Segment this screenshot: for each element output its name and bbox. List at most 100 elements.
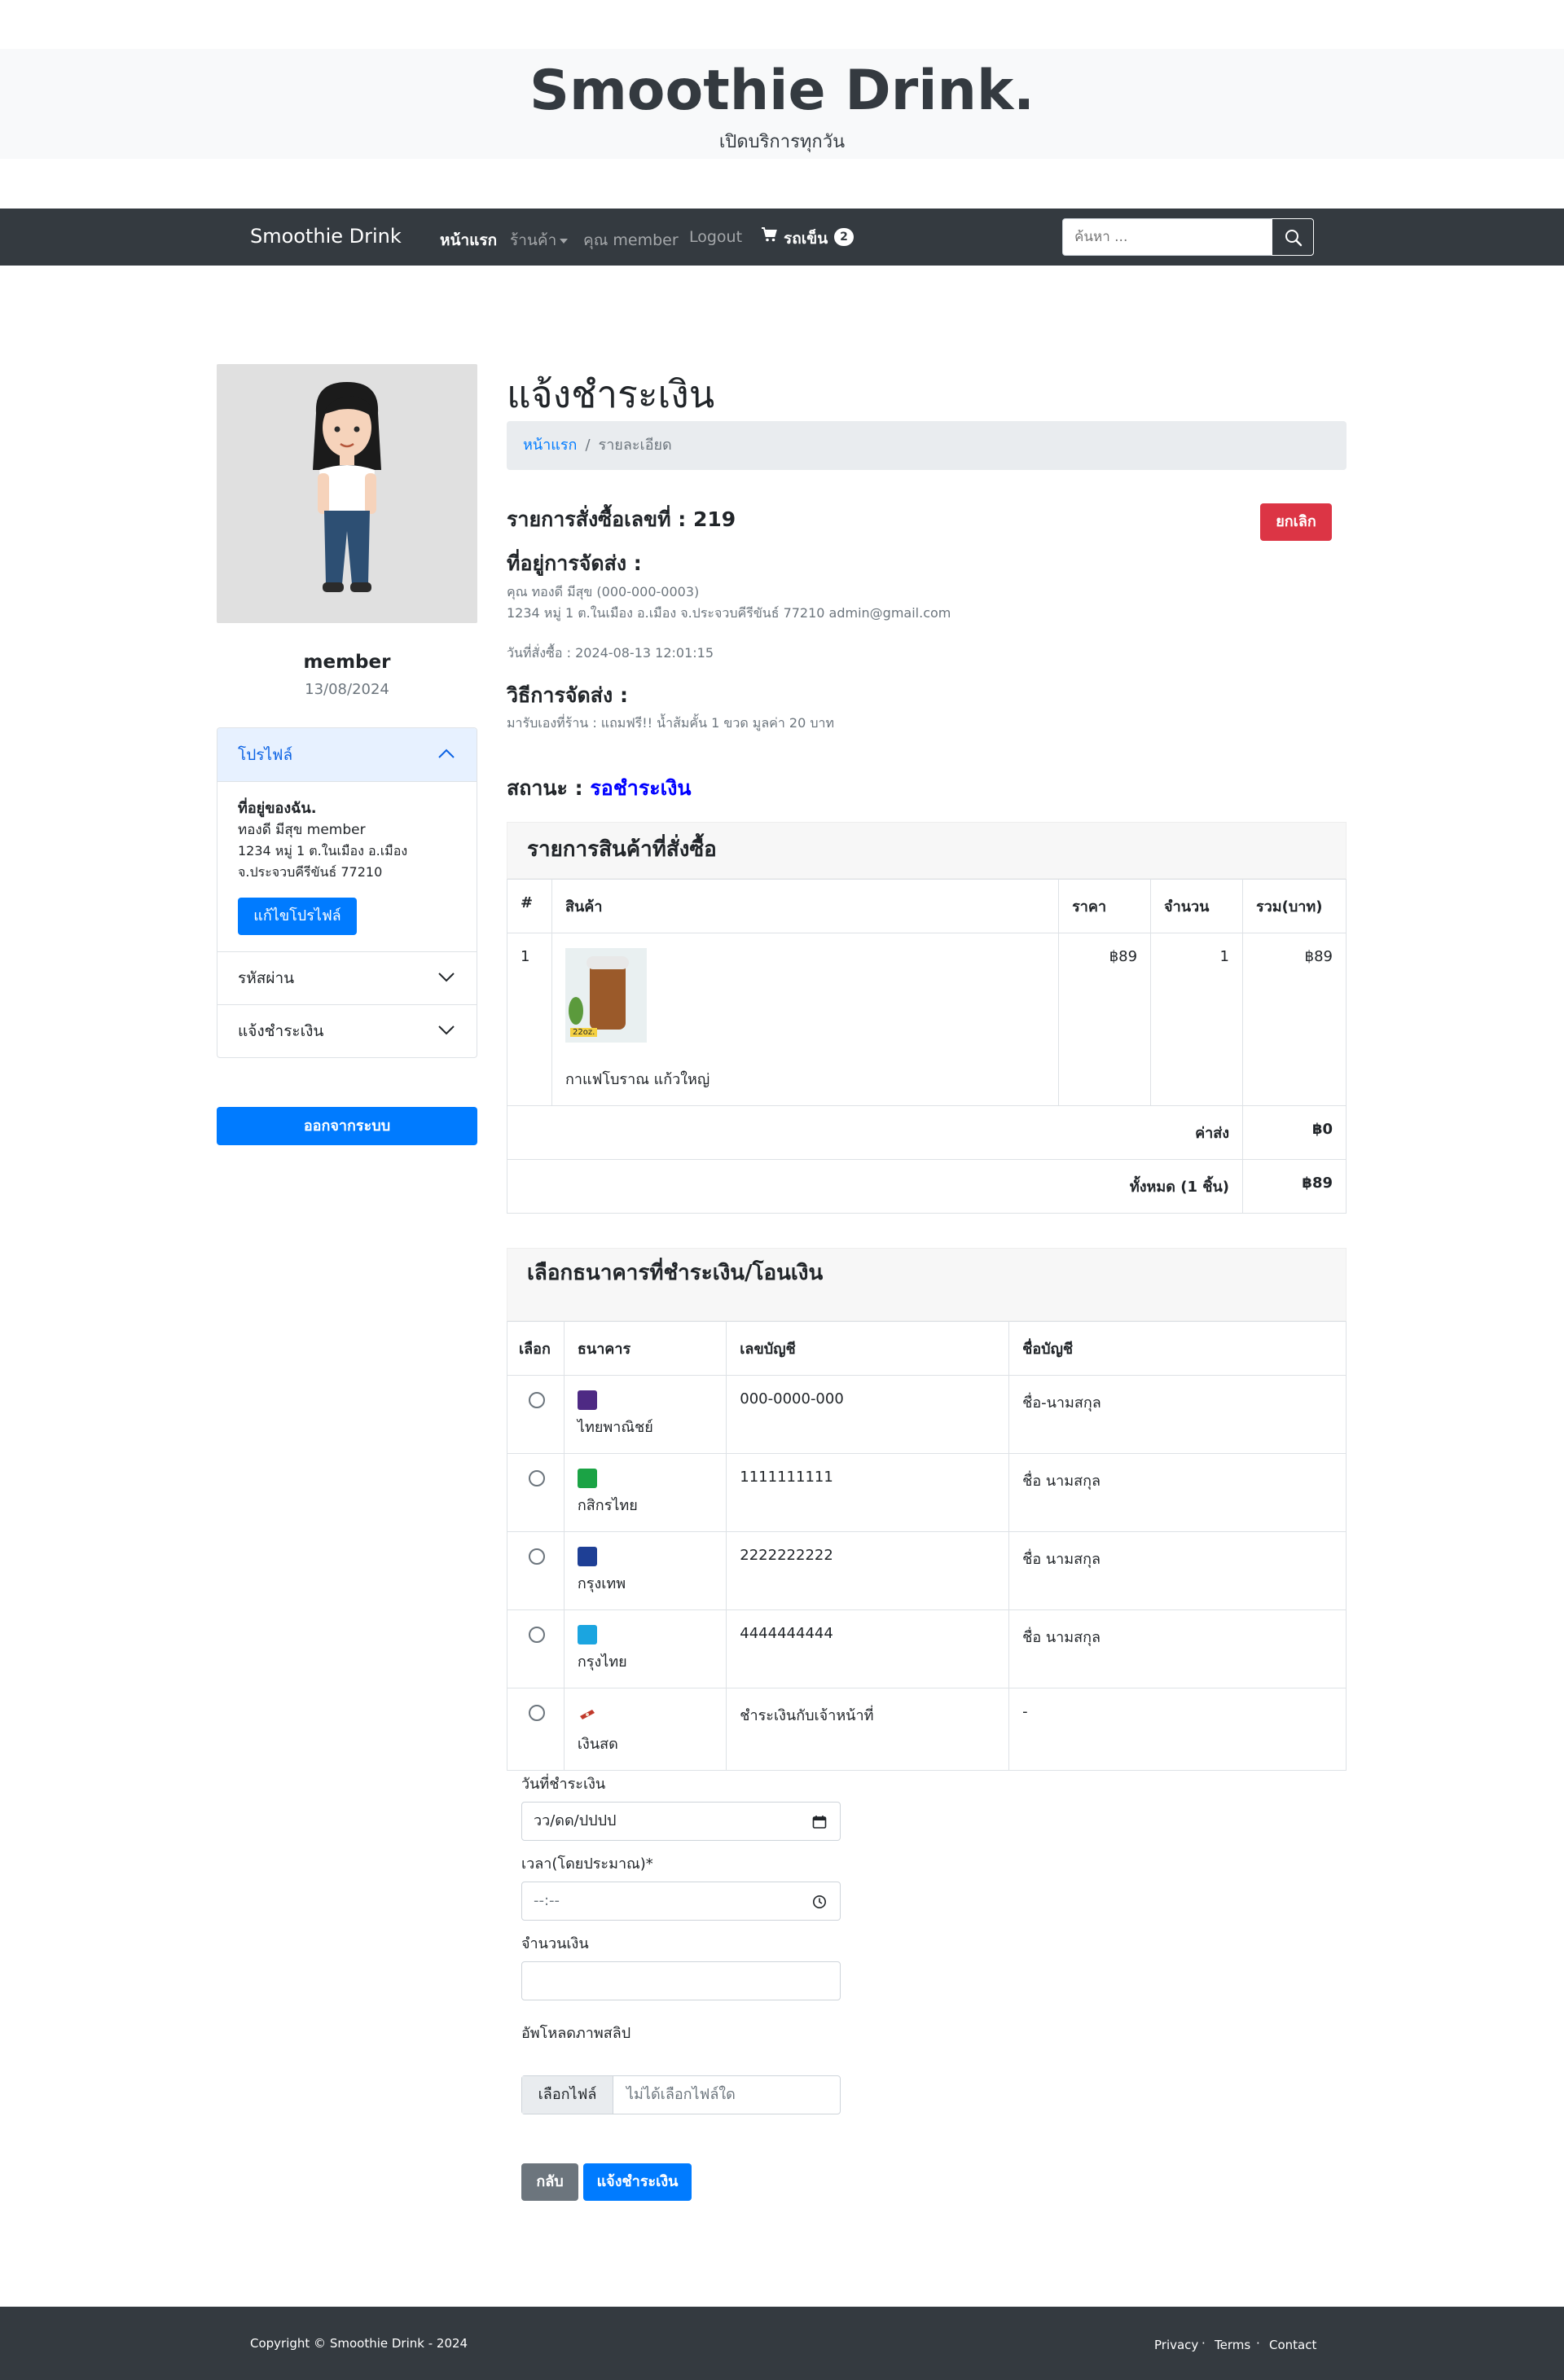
address-heading: ที่อยู่ของฉัน.	[238, 800, 317, 817]
calendar-icon[interactable]	[812, 1815, 827, 1829]
item-name: กาแฟโบราณ แก้วใหญ่	[565, 1071, 710, 1088]
coffee-cup-shape	[589, 963, 626, 1030]
page-title: แจ้งชำระเงิน	[507, 372, 715, 416]
accordion-password-header[interactable]: รหัสผ่าน	[217, 951, 477, 1004]
items-col-price: ราคา	[1058, 879, 1152, 933]
order-date: วันที่สั่งซื้อ : 2024-08-13 12:01:15	[507, 645, 714, 661]
item-no: 1	[507, 933, 552, 1106]
banks-col-bank: ธนาคาร	[563, 1321, 727, 1376]
nav-home[interactable]: หน้าแรก	[440, 228, 497, 252]
slip-file-input[interactable]: เลือกไฟล์ ไม่ได้เลือกไฟล์ใด	[521, 2075, 841, 2114]
bank-row[interactable]: กรุงเทพ 2222222222 ชื่อ นามสกุล	[507, 1531, 1347, 1610]
bank-account-name: ชื่อ-นามสกุล	[1008, 1375, 1347, 1454]
bank-row[interactable]: ไทยพาณิชย์ 000-0000-000 ชื่อ-นามสกุล	[507, 1375, 1347, 1454]
shipping-address-heading: ที่อยู่การจัดส่ง :	[507, 551, 642, 575]
shipping-method-heading: วิธีการจัดส่ง :	[507, 683, 628, 707]
nav-logout[interactable]: Logout	[689, 228, 742, 246]
bank-name: กรุงเทพ	[577, 1575, 626, 1592]
leaf-decoration	[568, 997, 583, 1025]
total-row: ทั้งหมด (1 ชิ้น) ฿89	[507, 1159, 1347, 1214]
product-image: 22oz.	[565, 948, 647, 1043]
bank-name: กสิกรไทย	[577, 1497, 638, 1514]
bank-row[interactable]: เงินสด ชำระเงินกับเจ้าหน้าที่ -	[507, 1688, 1347, 1771]
footer-dot: ·	[1256, 2336, 1260, 2351]
footer-terms-link[interactable]: Terms	[1215, 2338, 1250, 2352]
kbank-logo-icon	[577, 1469, 597, 1488]
logout-button[interactable]: ออกจากระบบ	[217, 1107, 477, 1145]
bank-account-name: ชื่อ นามสกุล	[1008, 1453, 1347, 1532]
status-label: สถานะ :	[507, 776, 583, 800]
bank-select-cell	[507, 1609, 565, 1688]
items-col-product: สินค้า	[551, 879, 1060, 933]
product-size-tag: 22oz.	[569, 1028, 598, 1037]
accordion-payment-header[interactable]: แจ้งชำระเงิน	[217, 1004, 477, 1057]
breadcrumb-current: รายละเอียด	[598, 437, 672, 454]
bank-name: เงินสด	[577, 1736, 618, 1753]
profile-username: member	[303, 652, 391, 673]
payment-time-label: เวลา(โดยประมาณ)*	[521, 1855, 653, 1873]
nav-user[interactable]: คุณ member	[583, 228, 679, 252]
banks-col-account: เลขบัญชี	[726, 1321, 1010, 1376]
accordion-payment-label: แจ้งชำระเงิน	[238, 1022, 324, 1040]
scb-logo-icon	[577, 1390, 597, 1410]
shipping-label: ค่าส่ง	[507, 1105, 1243, 1160]
site-header: Smoothie Drink. เปิดบริการทุกวัน	[0, 49, 1564, 159]
bank-cell: กรุงไทย	[563, 1609, 727, 1688]
bank-account: 4444444444	[726, 1609, 1010, 1688]
search-button[interactable]	[1272, 218, 1314, 256]
site-title: Smoothie Drink.	[529, 59, 1035, 123]
payment-time-input[interactable]: --:--	[521, 1882, 841, 1921]
total-value: ฿89	[1242, 1159, 1347, 1214]
search-icon	[1285, 230, 1303, 247]
chevron-down-icon	[438, 973, 455, 982]
bbl-logo-icon	[577, 1547, 597, 1566]
breadcrumb-home[interactable]: หน้าแรก	[523, 437, 577, 454]
submit-payment-button[interactable]: แจ้งชำระเงิน	[583, 2163, 692, 2201]
bank-radio[interactable]	[529, 1627, 545, 1643]
breadcrumb: หน้าแรก / รายละเอียด	[507, 421, 1347, 470]
bank-row[interactable]: กรุงไทย 4444444444 ชื่อ นามสกุล	[507, 1609, 1347, 1688]
total-label: ทั้งหมด (1 ชิ้น)	[507, 1159, 1243, 1214]
bank-radio[interactable]	[529, 1470, 545, 1486]
file-name-text: ไม่ได้เลือกไฟล์ใด	[626, 2086, 736, 2103]
footer-privacy-link[interactable]: Privacy	[1154, 2338, 1198, 2352]
nav-shop[interactable]: ร้านค้า	[510, 228, 569, 252]
cup-lid-shape	[586, 956, 629, 969]
chevron-up-icon	[438, 749, 455, 758]
cart-icon[interactable]	[761, 226, 777, 243]
choose-file-button[interactable]: เลือกไฟล์	[522, 2076, 613, 2114]
item-total: ฿89	[1242, 933, 1347, 1106]
cart-count-badge: 2	[834, 228, 854, 246]
bank-select-cell	[507, 1688, 565, 1771]
nav-shop-label: ร้านค้า	[510, 231, 557, 249]
cart-label[interactable]: รถเข็น	[784, 226, 828, 251]
bank-radio[interactable]	[529, 1705, 545, 1721]
cancel-order-button[interactable]: ยกเลิก	[1260, 503, 1332, 541]
shipping-row: ค่าส่ง ฿0	[507, 1105, 1347, 1160]
ktb-logo-icon	[577, 1625, 597, 1644]
bank-account-name: -	[1008, 1688, 1347, 1771]
shipping-value: ฿0	[1242, 1105, 1347, 1160]
footer-contact-link[interactable]: Contact	[1269, 2338, 1316, 2352]
payment-amount-input[interactable]	[521, 1961, 841, 2000]
item-product-cell: 22oz. กาแฟโบราณ แก้วใหญ่	[551, 933, 1060, 1106]
site-subtitle: เปิดบริการทุกวัน	[718, 132, 846, 152]
bank-radio[interactable]	[529, 1392, 545, 1408]
payment-date-input[interactable]: วว/ดด/ปปปป	[521, 1802, 841, 1841]
edit-profile-button[interactable]: แก้ไขโปรไฟล์	[238, 898, 357, 935]
back-button[interactable]: กลับ	[521, 2163, 578, 2201]
bank-row[interactable]: กสิกรไทย 1111111111 ชื่อ นามสกุล	[507, 1453, 1347, 1532]
clock-icon[interactable]	[812, 1895, 827, 1909]
items-col-qty: จำนวน	[1150, 879, 1243, 933]
footer-dot: ·	[1202, 2336, 1206, 2351]
navbar-brand[interactable]: Smoothie Drink	[250, 225, 402, 248]
accordion-profile-body: ที่อยู่ของฉัน. ทองดี มีสุข member 1234 ห…	[238, 798, 466, 883]
accordion-profile-header[interactable]: โปรไฟล์	[217, 728, 477, 782]
banks-col-select: เลือก	[507, 1321, 565, 1376]
search-input[interactable]	[1062, 218, 1272, 256]
copyright: Copyright © Smoothie Drink - 2024	[250, 2336, 468, 2351]
slip-upload-label: อัพโหลดภาพสลิป	[521, 2025, 631, 2042]
bank-radio[interactable]	[529, 1548, 545, 1565]
avatar-illustration	[313, 382, 381, 592]
shipping-address-line2: 1234 หมู่ 1 ต.ในเมือง อ.เมือง จ.ประจวบคี…	[507, 605, 951, 621]
